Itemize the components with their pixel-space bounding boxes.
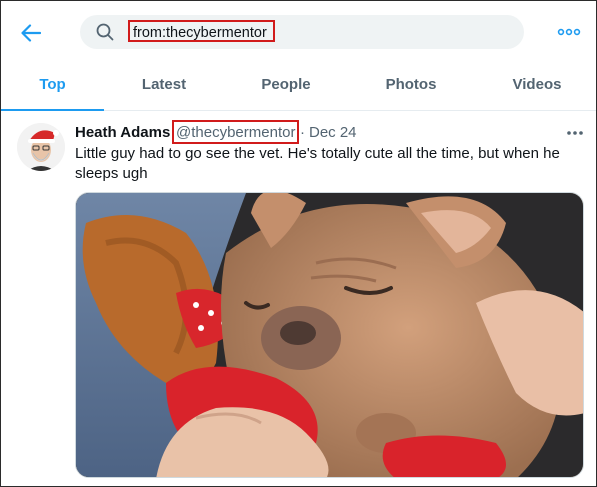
search-input[interactable]: from:thecybermentor <box>128 20 275 42</box>
avatar[interactable] <box>17 123 65 171</box>
meta-separator: · <box>300 124 305 141</box>
tweet-date[interactable]: Dec 24 <box>309 123 357 143</box>
more-options-button[interactable] <box>557 23 581 41</box>
tab-people[interactable]: People <box>236 63 336 110</box>
tab-top[interactable]: Top <box>1 63 104 110</box>
back-button[interactable] <box>18 21 44 45</box>
twitter-search-results: from:thecybermentor Top Latest People Ph… <box>0 0 597 487</box>
search-icon <box>96 23 114 41</box>
arrow-left-icon <box>21 24 41 42</box>
tweet-more-button[interactable] <box>566 126 584 138</box>
author-name[interactable]: Heath Adams <box>75 123 170 143</box>
author-handle[interactable]: @thecybermentor <box>172 120 299 144</box>
tab-videos[interactable]: Videos <box>487 63 587 110</box>
puppy-photo <box>76 193 583 477</box>
active-tab-indicator <box>1 109 104 111</box>
more-horizontal-icon <box>567 131 583 135</box>
santa-avatar-icon <box>17 123 65 171</box>
tab-latest[interactable]: Latest <box>114 63 214 110</box>
tweet-photo[interactable] <box>75 192 584 478</box>
more-horizontal-icon <box>557 28 581 36</box>
search-tabs: Top Latest People Photos Videos <box>1 63 596 111</box>
tab-photos[interactable]: Photos <box>361 63 461 110</box>
tweet-text: Little guy had to go see the vet. He's t… <box>75 145 560 182</box>
